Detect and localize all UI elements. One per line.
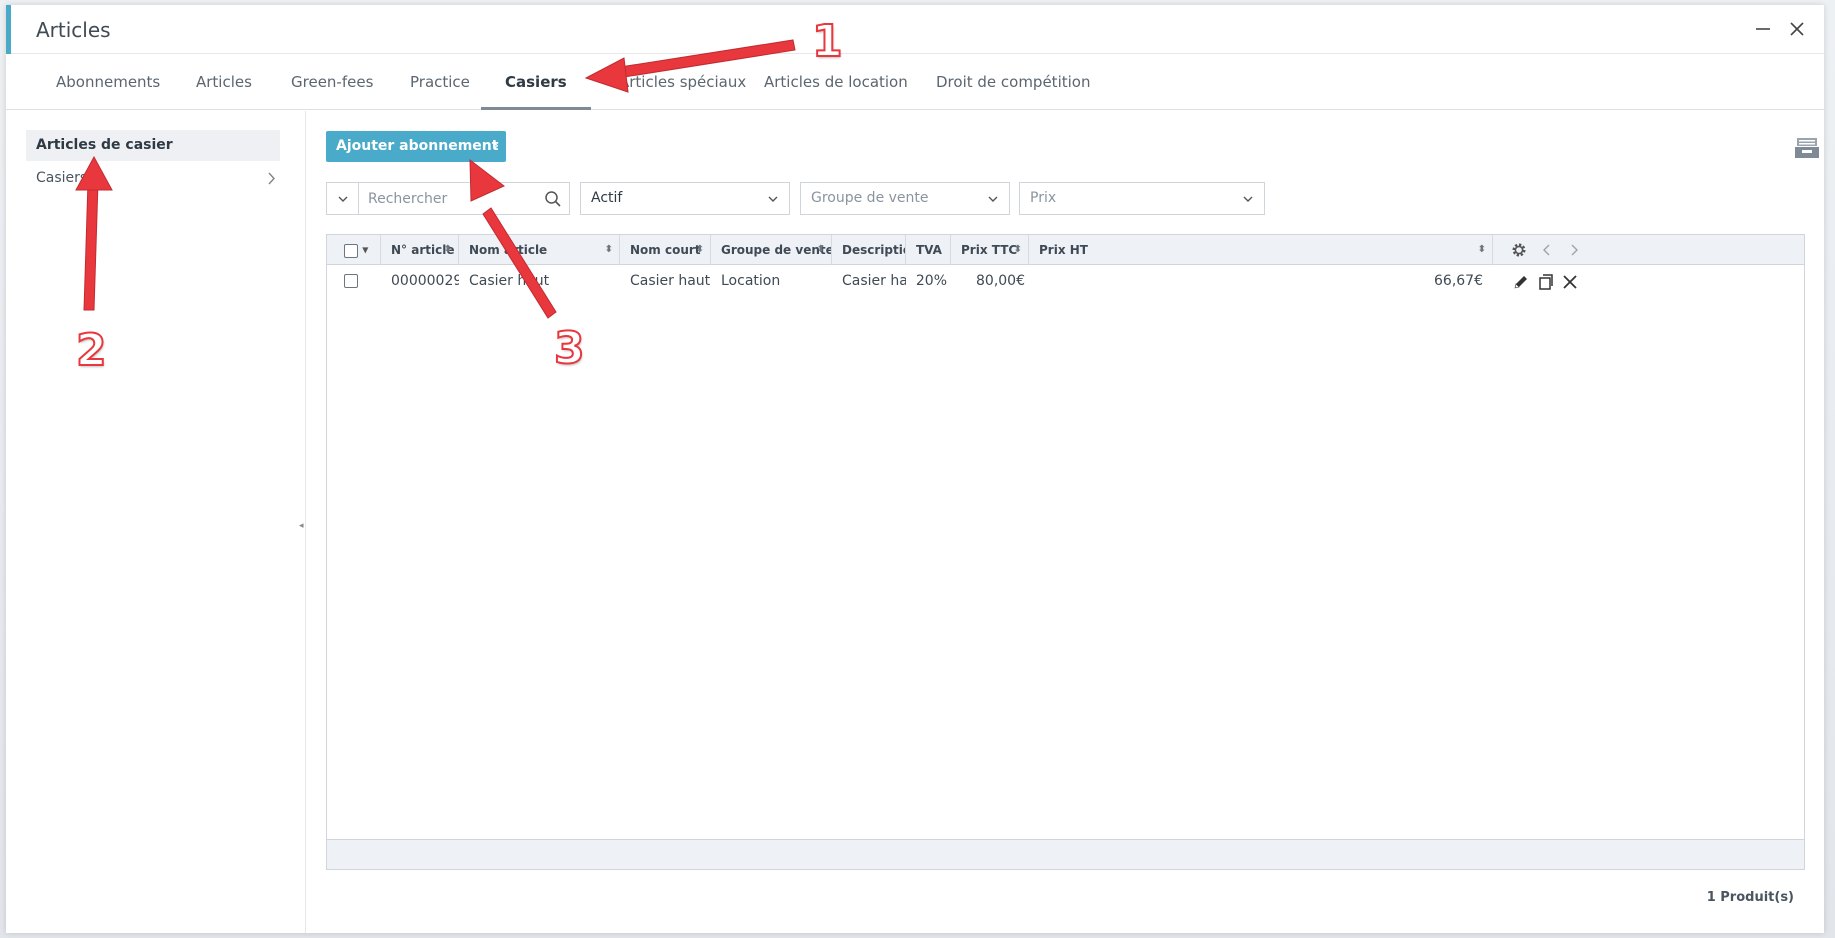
collapse-handle-icon[interactable]: ◂ [299,521,307,533]
window-title: Articles [36,18,111,42]
chevron-down-icon [988,196,998,202]
search-box [326,182,570,215]
sidebar: Articles de casier Casiers ◂ [6,111,306,933]
column-header-number[interactable]: N° article ⬍ [381,235,459,265]
sidebar-item-label: Casiers [36,170,88,186]
row-checkbox[interactable] [344,274,358,288]
cell-name: Casier haut [469,273,550,289]
sidebar-item-articles-de-casier[interactable]: Articles de casier [26,130,280,161]
column-label: Prix HT [1039,243,1088,257]
chevron-down-icon [1243,196,1253,202]
tab-practice[interactable]: Practice [386,55,494,110]
column-header-description[interactable]: Description [832,235,906,265]
chevron-down-icon [768,196,778,202]
search-input[interactable] [360,183,540,214]
grid-footer [327,839,1804,869]
tab-green-fees[interactable]: Green-fees [267,55,397,110]
sales-group-placeholder: Groupe de vente [811,190,929,206]
edit-pencil-icon[interactable] [1512,273,1530,291]
column-label: Nom article [469,243,548,257]
sort-icon: ⬍ [695,244,704,255]
table-row[interactable]: 00000029 Casier haut Casier haut Locatio… [327,266,1804,297]
product-count: 1 Produit(s) [1706,890,1794,905]
add-subscription-button[interactable]: Ajouter abonnement › [326,131,506,162]
column-label: Description [842,243,905,257]
select-all-checkbox[interactable] [344,243,358,258]
tab-casiers[interactable]: Casiers [481,55,591,110]
chevron-right-icon[interactable] [1565,241,1583,259]
tab-droit-de-competition[interactable]: Droit de compétition [912,55,1114,110]
articles-window: Articles Abonnements Articles Green-fees… [6,5,1824,933]
column-header-price-ht[interactable]: Prix HT ⬍ [1029,235,1493,265]
cell-description: Casier ha... [842,273,906,289]
cell-short-name: Casier haut [630,273,711,289]
sidebar-item-casiers[interactable]: Casiers [26,163,280,194]
cell-sales-group: Location [721,273,781,289]
tab-bar: Abonnements Articles Green-fees Practice… [6,55,1824,110]
tab-abonnements[interactable]: Abonnements [32,55,184,110]
row-select-cell [327,266,381,297]
minimize-icon[interactable] [1750,16,1776,42]
select-all-header: ▼ [327,235,381,265]
gear-icon[interactable] [1510,241,1528,259]
cell-price-ht: 66,67€ [1434,273,1483,289]
sort-icon: ⬍ [443,244,452,255]
column-label: TVA [916,243,942,257]
column-label: Prix TTC [961,243,1018,257]
search-dropdown-toggle[interactable] [327,183,359,214]
sales-group-select[interactable]: Groupe de vente [800,182,1010,215]
column-header-short-name[interactable]: Nom court ⬍ [620,235,711,265]
price-placeholder: Prix [1030,190,1057,206]
tab-articles[interactable]: Articles [172,55,276,110]
close-icon[interactable] [1784,16,1810,42]
duplicate-icon[interactable] [1537,273,1555,291]
column-header-tva[interactable]: TVA [906,235,951,265]
sort-icon: ⬍ [604,244,613,255]
sort-icon: ⬍ [1477,244,1486,255]
delete-icon[interactable] [1561,273,1579,291]
annotation-number-3: 3 [553,322,586,375]
column-header-sales-group[interactable]: Groupe de vente ⬍ [711,235,832,265]
filter-bar: Actif Groupe de vente Prix [326,182,1426,215]
cell-price-ttc: 80,00€ [976,273,1025,289]
cell-tva: 20% [915,273,947,289]
price-select[interactable]: Prix [1019,182,1265,215]
chevron-right-icon: › [493,138,499,154]
column-header-name[interactable]: Nom article ⬍ [459,235,620,265]
sort-icon: ⬍ [1013,244,1022,255]
main-panel: Ajouter abonnement › Rechercher Actif Gr… [307,111,1824,933]
search-icon[interactable] [544,190,562,208]
add-button-label: Ajouter abonnement [336,138,499,154]
chevron-right-icon [266,163,276,206]
articles-grid: ▼ N° article ⬍ Nom article ⬍ Nom court ⬍ Gr… [326,234,1805,870]
window-accent [6,5,11,54]
annotation-number-1: 1 [811,15,844,68]
status-select-value: Actif [591,190,623,206]
status-select[interactable]: Actif [580,182,790,215]
column-header-price-ttc[interactable]: Prix TTC ⬍ [951,235,1029,265]
chevron-left-icon[interactable] [1538,241,1556,259]
caret-down-icon[interactable]: ▼ [362,246,368,255]
chevron-down-icon [338,196,347,202]
column-label: Groupe de vente [721,243,832,257]
sidebar-item-label: Articles de casier [36,137,173,153]
cell-number: 00000029 [391,273,459,289]
sort-icon: ⬍ [816,244,825,255]
title-bar: Articles [6,5,1824,54]
annotation-number-2: 2 [75,324,108,377]
archive-tray-icon[interactable] [1794,137,1820,159]
grid-header: ▼ N° article ⬍ Nom article ⬍ Nom court ⬍ Gr… [327,235,1804,265]
column-label: Nom court [630,243,701,257]
